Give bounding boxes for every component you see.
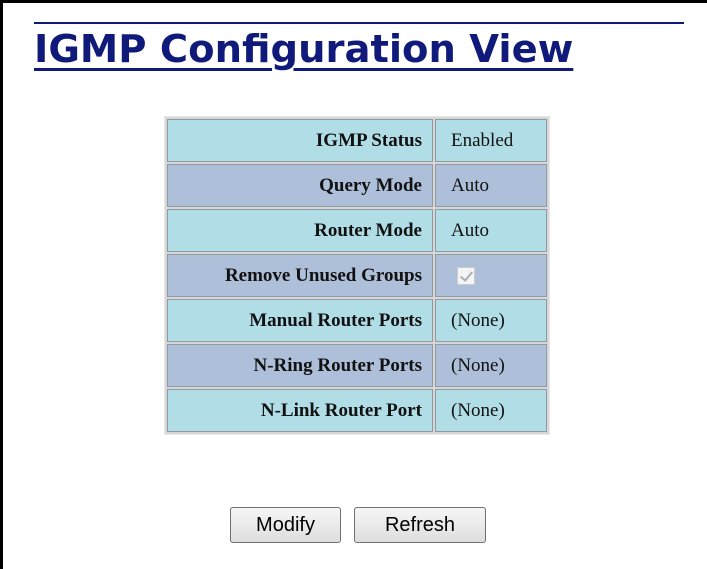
table-row: N-Ring Router Ports (None) [167,344,547,387]
igmp-status-value: Enabled [435,119,547,162]
n-ring-router-ports-value: (None) [435,344,547,387]
remove-unused-groups-cell [435,254,547,297]
table-row: Query Mode Auto [167,164,547,207]
table-row: Remove Unused Groups [167,254,547,297]
manual-router-ports-value: (None) [435,299,547,342]
table-row: Manual Router Ports (None) [167,299,547,342]
query-mode-label: Query Mode [167,164,433,207]
page-title: IGMP Configuration View [34,27,574,72]
refresh-button[interactable]: Refresh [354,507,486,543]
router-mode-label: Router Mode [167,209,433,252]
n-link-router-port-value: (None) [435,389,547,432]
table-row: IGMP Status Enabled [167,119,547,162]
modify-button[interactable]: Modify [230,507,341,543]
n-ring-router-ports-label: N-Ring Router Ports [167,344,433,387]
igmp-status-label: IGMP Status [167,119,433,162]
query-mode-value: Auto [435,164,547,207]
manual-router-ports-label: Manual Router Ports [167,299,433,342]
remove-unused-groups-checkbox [457,267,475,286]
title-rule [34,22,684,24]
remove-unused-groups-label: Remove Unused Groups [167,254,433,297]
igmp-config-table: IGMP Status Enabled Query Mode Auto Rout… [164,116,550,435]
n-link-router-port-label: N-Link Router Port [167,389,433,432]
table-row: Router Mode Auto [167,209,547,252]
router-mode-value: Auto [435,209,547,252]
table-row: N-Link Router Port (None) [167,389,547,432]
